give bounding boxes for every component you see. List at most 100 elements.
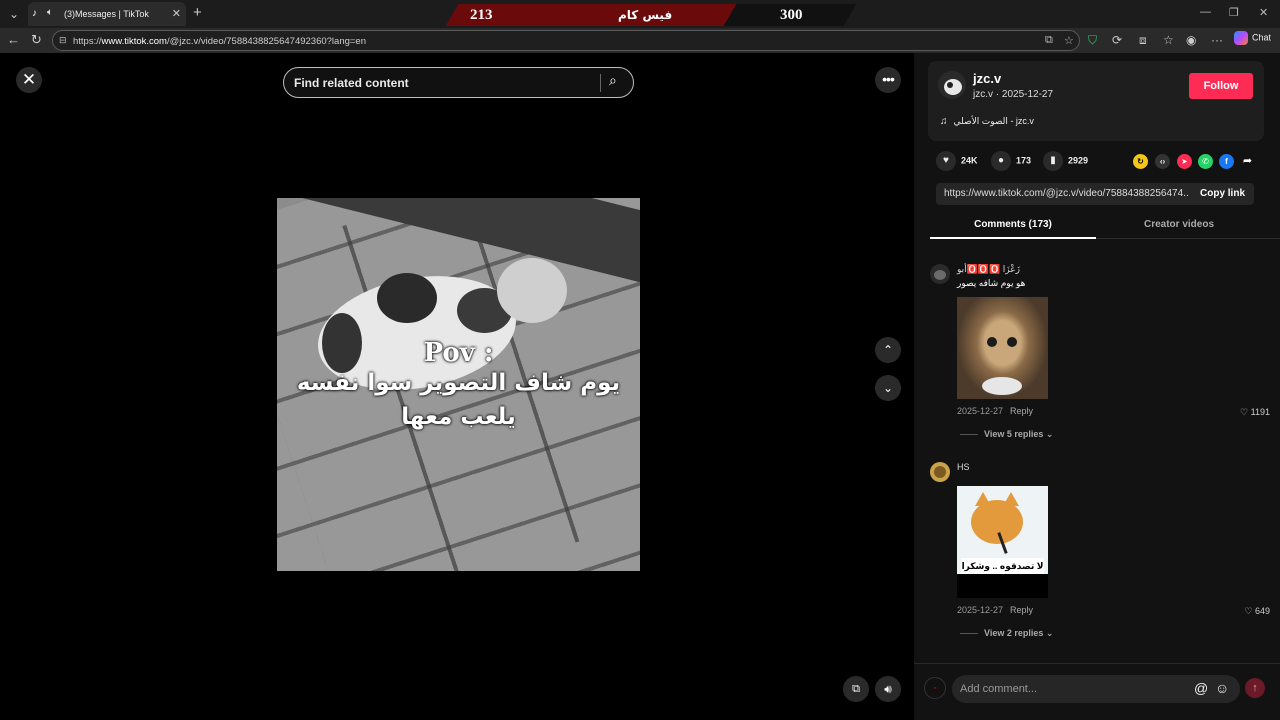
emoji-icon[interactable]: ☺ [1215, 680, 1229, 696]
comment-count: 173 [1016, 155, 1032, 166]
window-close-icon[interactable]: ✕ [1259, 6, 1268, 19]
split-screen-icon[interactable]: ⧈ [1139, 33, 1147, 48]
score-overlay: 213 فيس كام 300 [440, 4, 857, 26]
url-field[interactable]: ⊟ https://www.tiktok.com/@jzc.v/video/75… [52, 30, 1080, 51]
related-search-bar[interactable]: Find related content ⌕ [283, 67, 634, 98]
share-arrow-icon[interactable]: ➦ [1240, 154, 1255, 169]
url-domain: www.tiktok.com [101, 36, 167, 47]
restore-icon[interactable]: ❐ [1229, 6, 1239, 19]
mention-icon[interactable]: @ [1194, 680, 1208, 696]
favorite-star-icon[interactable]: ☆ [1064, 34, 1074, 47]
profile-avatar-icon[interactable]: ◉ [1186, 33, 1196, 47]
commenter-avatar[interactable] [930, 462, 950, 482]
heart-outline-icon[interactable]: ♡ [1244, 606, 1252, 616]
search-divider [600, 74, 601, 92]
next-video-button[interactable]: ⌄ [875, 375, 901, 401]
comment-item: أبو🅾️🅾️🅾️ زَعْزَا هو يوم شافه يصور 2025-… [930, 264, 1270, 444]
score-center: فيس كام [618, 8, 673, 22]
tab-creator-videos[interactable]: Creator videos [1096, 211, 1262, 239]
creator-handle-date: jzc.v · 2025-12-27 [973, 89, 1054, 100]
comment-item: HS لا تصدقوه .. وشكرا 2025-12-27 Reply ♡ … [930, 462, 1270, 642]
caption-arabic-line2: يلعب معها [401, 404, 516, 430]
reply-button[interactable]: Reply [1010, 605, 1033, 615]
site-info-icon[interactable]: ⊟ [59, 35, 67, 46]
commenter-name[interactable]: أبو🅾️🅾️🅾️ زَعْزَا [957, 264, 1020, 275]
chat-label: Chat [1252, 32, 1272, 43]
speaker-icon[interactable]: 🔈︎ [47, 7, 53, 18]
creator-card: jzc.v jzc.v · 2025-12-27 Follow ♫ الصوت ا… [928, 61, 1264, 141]
music-link[interactable]: ♫ الصوت الأصلي - jzc.v [940, 116, 1034, 127]
comment-input[interactable]: Add comment... @ ☺ [952, 675, 1240, 703]
comment-sticker-image[interactable] [957, 297, 1048, 399]
settings-more-icon[interactable]: ··· [1211, 33, 1223, 47]
comment-like-count: 1191 [1250, 407, 1270, 417]
previous-video-button[interactable]: ⌃ [875, 337, 901, 363]
new-tab-icon[interactable]: + [193, 5, 202, 21]
refresh-icon[interactable]: ↻ [31, 32, 42, 48]
heart-icon[interactable]: ♥ [936, 151, 956, 171]
add-comment-bar: ● Add comment... @ ☺ ↑ [914, 663, 1280, 720]
volume-icon[interactable]: 🔊︎ [875, 676, 901, 702]
address-bar-row: ← ↻ ⊟ https://www.tiktok.com/@jzc.v/vide… [0, 28, 1280, 53]
tab-title: (3)Messages | TikTok [64, 9, 149, 19]
follow-button[interactable]: Follow [1189, 73, 1253, 99]
score-right: 300 [780, 7, 803, 23]
reply-button[interactable]: Reply [1010, 406, 1033, 416]
video-player[interactable]: Find related content ⌕ Pov : يوم شاف الت… [277, 53, 640, 720]
back-icon[interactable]: ← [7, 32, 20, 47]
repost-icon[interactable]: ↻ [1133, 154, 1148, 169]
commenter-name[interactable]: HS [957, 462, 970, 472]
bookmark-icon[interactable]: ▮ [1043, 151, 1063, 171]
comment-text: هو يوم شافه يصور [957, 278, 1026, 288]
save-stat[interactable]: ▮ 2929 [1043, 151, 1088, 171]
comment-sticker-image[interactable]: لا تصدقوه .. وشكرا [957, 486, 1048, 598]
whatsapp-icon[interactable]: ✆ [1198, 154, 1213, 169]
copy-link-button[interactable]: Copy link [1200, 188, 1245, 199]
view-replies-label: View 2 replies [984, 628, 1044, 638]
caption-arabic-line1: يوم شاف التصوير سوا نفسه [296, 370, 621, 396]
mini-player-icon[interactable]: ⧉ [843, 676, 869, 702]
heart-outline-icon[interactable]: ♡ [1240, 407, 1248, 417]
music-title: الصوت الأصلي - jzc.v [953, 116, 1034, 126]
video-link-url: https://www.tiktok.com/@jzc.v/video/7588… [944, 188, 1189, 199]
post-comment-button[interactable]: ↑ [1245, 678, 1265, 698]
comment-date: 2025-12-27 [957, 605, 1004, 615]
embed-icon[interactable]: ‹› [1155, 154, 1170, 169]
open-in-app-icon[interactable]: ⧉ [1045, 34, 1053, 47]
facebook-icon[interactable]: f [1219, 154, 1234, 169]
current-user-avatar[interactable]: ● [924, 677, 946, 699]
music-note-icon: ♫ [940, 116, 948, 127]
minimize-icon[interactable]: — [1200, 6, 1211, 18]
browser-tab[interactable]: ♪ 🔈︎ (3)Messages | TikTok ✕ [28, 2, 186, 26]
send-to-friend-icon[interactable]: ➤ [1177, 154, 1192, 169]
extensions-icon[interactable]: ⟳ [1112, 33, 1122, 47]
comment-stat[interactable]: ● 173 [991, 151, 1031, 171]
commenter-avatar[interactable] [930, 264, 950, 284]
url-path: /@jzc.v/video/7588438825647492360?lang=e… [166, 36, 367, 47]
panel-tabs: Comments (173) Creator videos [930, 211, 1280, 239]
like-stat[interactable]: ♥ 24K [936, 151, 978, 171]
view-replies-button[interactable]: View 2 replies ⌄ [960, 628, 1053, 639]
comment-icon[interactable]: ● [991, 151, 1011, 171]
video-frame[interactable]: Pov : يوم شاف التصوير سوا نفسه يلعب معها [277, 198, 640, 571]
comment-like[interactable]: ♡ 1191 [1240, 407, 1270, 418]
search-icon[interactable]: ⌕ [609, 72, 617, 89]
tab-list-chevron-icon[interactable]: ⌄ [4, 4, 24, 24]
search-placeholder: Find related content [294, 76, 409, 90]
chevron-down-icon: ⌄ [1045, 628, 1054, 638]
close-tab-icon[interactable]: ✕ [172, 7, 181, 20]
creator-username[interactable]: jzc.v [973, 71, 1001, 86]
close-video-button[interactable]: ✕ [16, 67, 42, 93]
more-options-button[interactable]: ••• [875, 67, 901, 93]
creator-avatar[interactable] [938, 71, 966, 99]
shield-icon[interactable]: ⛉ [1088, 33, 1097, 48]
copilot-chat-button[interactable]: Chat [1234, 31, 1271, 45]
chevron-down-icon: ⌄ [1045, 429, 1054, 439]
comment-like[interactable]: ♡ 649 [1244, 606, 1270, 617]
comment-placeholder: Add comment... [960, 683, 1038, 695]
tab-comments[interactable]: Comments (173) [930, 211, 1096, 239]
favorites-icon[interactable]: ☆ [1163, 33, 1174, 47]
view-replies-label: View 5 replies [984, 429, 1044, 439]
video-link-box: https://www.tiktok.com/@jzc.v/video/7588… [936, 183, 1254, 205]
view-replies-button[interactable]: View 5 replies ⌄ [960, 429, 1053, 440]
